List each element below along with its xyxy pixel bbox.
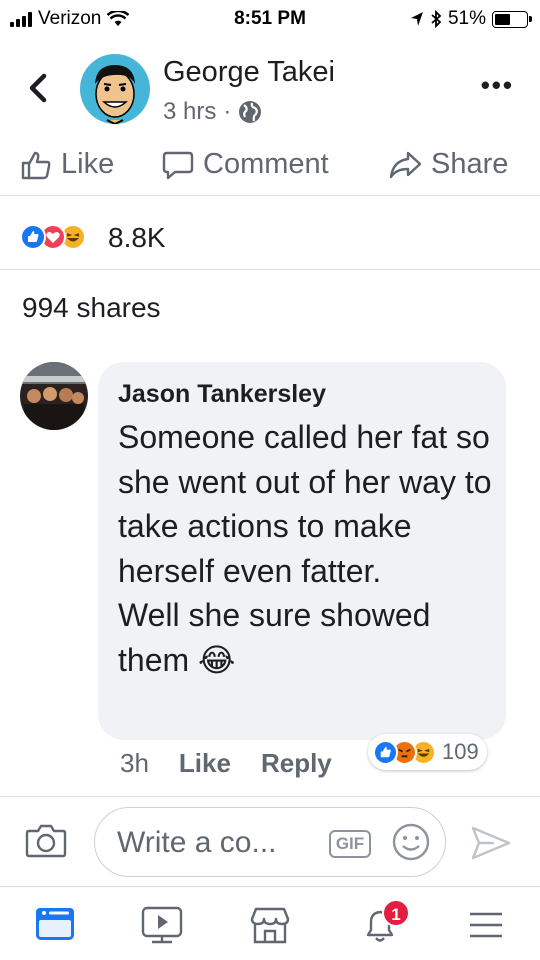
menu-icon[interactable] (466, 905, 506, 945)
post-meta: 3 hrs · (163, 98, 262, 126)
comment-composer: Write a co... GIF (0, 796, 540, 886)
location-icon (410, 12, 423, 26)
post-time[interactable]: 3 hrs (163, 98, 216, 126)
shares-count[interactable]: 994 shares (22, 292, 161, 324)
gif-button[interactable]: GIF (329, 830, 371, 858)
comment-button[interactable]: Comment (162, 148, 329, 181)
like-label: Like (61, 148, 115, 180)
page-name[interactable]: George Takei (163, 56, 335, 89)
meta-separator: · (223, 98, 232, 125)
comment-input[interactable]: Write a co... GIF (94, 807, 446, 877)
share-label: Share (431, 148, 509, 180)
comment-time: 3h (120, 748, 149, 778)
watch-video-icon[interactable] (140, 905, 184, 945)
battery-icon (492, 10, 532, 28)
sticker-icon[interactable] (391, 822, 431, 862)
camera-icon[interactable] (25, 823, 67, 859)
cartoon-face-icon (95, 65, 135, 124)
laughing-emoji-icon: 😂 (198, 641, 236, 678)
share-icon (389, 151, 422, 178)
comment-bubble[interactable]: Jason Tankersley Someone called her fat … (98, 362, 506, 740)
back-icon[interactable] (22, 66, 56, 110)
comment-author[interactable]: Jason Tankersley (118, 380, 486, 409)
reactions-summary[interactable]: 8.8K (0, 198, 540, 270)
comment-label: Comment (203, 148, 329, 180)
share-button[interactable]: Share (388, 148, 508, 181)
page-avatar[interactable] (80, 54, 150, 124)
comment-reply-button[interactable]: Reply (261, 748, 332, 779)
commenter-avatar[interactable] (20, 362, 88, 430)
reaction-icons (20, 224, 86, 250)
comment-meta: 3h Like Reply (120, 748, 332, 779)
post-header: George Takei 3 hrs · ••• (0, 38, 540, 138)
post-actions: Like Comment Share (0, 140, 540, 196)
like-reaction-icon (373, 739, 398, 765)
more-options-icon[interactable]: ••• (481, 72, 514, 98)
comment-placeholder: Write a co... (117, 826, 277, 859)
globe-icon (239, 101, 262, 123)
comment-reaction-count: 109 (442, 739, 479, 764)
news-feed-icon[interactable] (34, 905, 76, 943)
comment-like-button[interactable]: Like (179, 748, 231, 779)
comment-body: Someone called her fat so she went out o… (118, 419, 492, 678)
comment-icon (162, 151, 194, 179)
battery-percent: 51% (447, 8, 486, 29)
notification-badge: 1 (382, 899, 410, 927)
bottom-tab-bar: 1 (0, 886, 540, 960)
like-button[interactable]: Like (20, 148, 114, 181)
thumbs-up-icon (21, 151, 51, 179)
status-bar: Verizon 8:51 PM 51% (0, 0, 540, 38)
bluetooth-icon (431, 10, 442, 28)
comment-reactions[interactable]: 109 (368, 734, 487, 770)
reaction-count: 8.8K (108, 222, 166, 253)
send-icon[interactable] (470, 825, 512, 861)
comment-text: Someone called her fat so she went out o… (118, 415, 498, 682)
marketplace-icon[interactable] (248, 905, 292, 945)
group-photo-icon (20, 362, 88, 430)
like-reaction-icon (20, 224, 46, 250)
